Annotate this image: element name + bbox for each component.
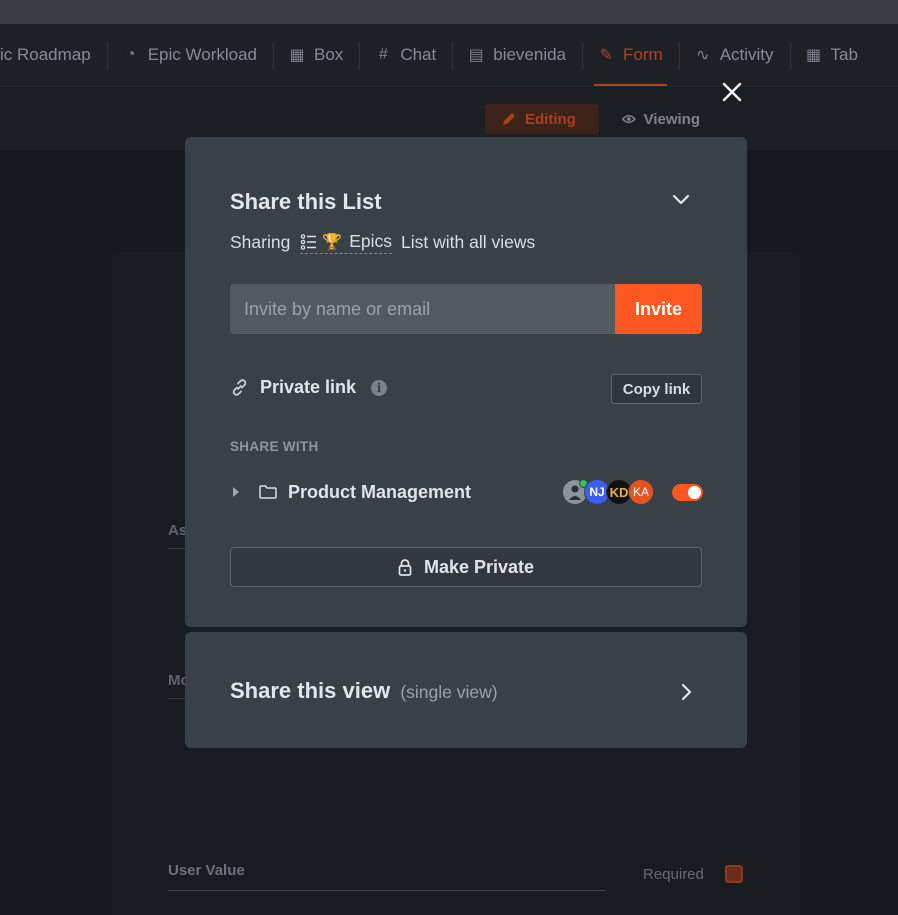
window-top-strip — [0, 0, 898, 24]
tab-box[interactable]: ▦ Box — [273, 24, 359, 86]
tab-label: Activity — [719, 45, 774, 64]
viewing-label: Viewing — [643, 110, 700, 128]
tab-form[interactable]: ✎ Form — [582, 24, 679, 86]
avatar: KA — [628, 479, 654, 505]
required-checkbox[interactable] — [725, 865, 743, 883]
tab-epic-workload[interactable]: ◔ Epic Workload — [106, 24, 273, 86]
invite-button[interactable]: Invite — [615, 284, 702, 334]
hash-icon: # — [378, 46, 388, 63]
tab-roadmap[interactable]: ic Roadmap — [0, 24, 107, 86]
copy-link-button[interactable]: Copy link — [611, 374, 702, 404]
share-toggle[interactable] — [672, 484, 703, 501]
tab-label: bievenida — [493, 45, 567, 64]
share-view-subtitle: (single view) — [400, 682, 498, 702]
tab-label: Form — [623, 45, 663, 64]
list-icon — [301, 233, 317, 250]
tab-label: Tab — [830, 45, 858, 64]
tab-label: Epic Workload — [147, 45, 258, 64]
sharing-suffix: List with all views — [401, 232, 536, 252]
share-view-title: Share this view (single view) — [230, 678, 498, 704]
doc-icon: ▤ — [468, 47, 484, 64]
user-value-label: User Value — [168, 862, 245, 879]
sharing-description: Sharing 🏆 Epics List with all views — [230, 231, 535, 254]
tab-bievenida[interactable]: ▤ bievenida — [452, 24, 582, 86]
close-icon[interactable] — [718, 78, 746, 106]
share-with-heading: SHARE WITH — [230, 439, 319, 454]
share-view-title-text: Share this view — [230, 678, 391, 703]
tab-label: Chat — [400, 45, 437, 64]
share-view-card[interactable]: Share this view (single view) — [185, 632, 747, 748]
user-value-underline — [168, 890, 606, 891]
lock-icon — [398, 558, 412, 576]
table-icon: ▦ — [805, 47, 822, 64]
list-name: Epics — [349, 231, 393, 251]
form-icon: ✎ — [599, 47, 613, 64]
chevron-right-icon[interactable] — [680, 682, 694, 702]
private-link-label: Private link — [260, 377, 357, 397]
chevron-down-icon[interactable] — [671, 193, 691, 207]
member-avatars[interactable]: NJ KD KA — [562, 479, 662, 505]
required-label: Required — [643, 866, 704, 883]
make-private-button[interactable]: Make Private — [230, 547, 702, 587]
gauge-icon: ◔ — [125, 46, 136, 63]
workspace-name: Product Management — [288, 482, 472, 502]
sharing-prefix: Sharing — [230, 232, 291, 252]
invite-input[interactable] — [230, 284, 616, 334]
workspace-share-row: Product Management NJ KD KA — [230, 479, 703, 507]
folder-icon — [259, 485, 277, 499]
share-list-modal: Share this List Sharing 🏆 Epics List wit… — [185, 137, 747, 627]
eye-icon — [622, 114, 636, 124]
view-tab-bar: ic Roadmap ◔ Epic Workload ▦ Box # Chat … — [0, 24, 898, 87]
grid-icon: ▦ — [289, 47, 305, 64]
tab-label: ic Roadmap — [0, 45, 91, 64]
link-icon — [232, 379, 247, 396]
tab-chat[interactable]: # Chat — [359, 24, 452, 86]
editing-button[interactable]: Editing — [485, 104, 599, 134]
private-link-row: Private link i — [230, 377, 388, 398]
tab-label: Box — [314, 45, 344, 64]
info-icon[interactable]: i — [371, 379, 388, 396]
activity-icon: ∿ — [695, 47, 710, 64]
tab-table[interactable]: ▦ Tab — [789, 24, 874, 86]
trophy-icon: 🏆 — [322, 233, 343, 251]
list-chip[interactable]: 🏆 Epics — [300, 231, 393, 254]
viewing-button[interactable]: Viewing — [606, 104, 716, 134]
caret-right-icon[interactable] — [233, 487, 239, 497]
make-private-label: Make Private — [423, 556, 535, 577]
modal-title: Share this List — [230, 189, 382, 214]
editing-label: Editing — [525, 110, 576, 128]
pencil-icon — [503, 113, 515, 125]
